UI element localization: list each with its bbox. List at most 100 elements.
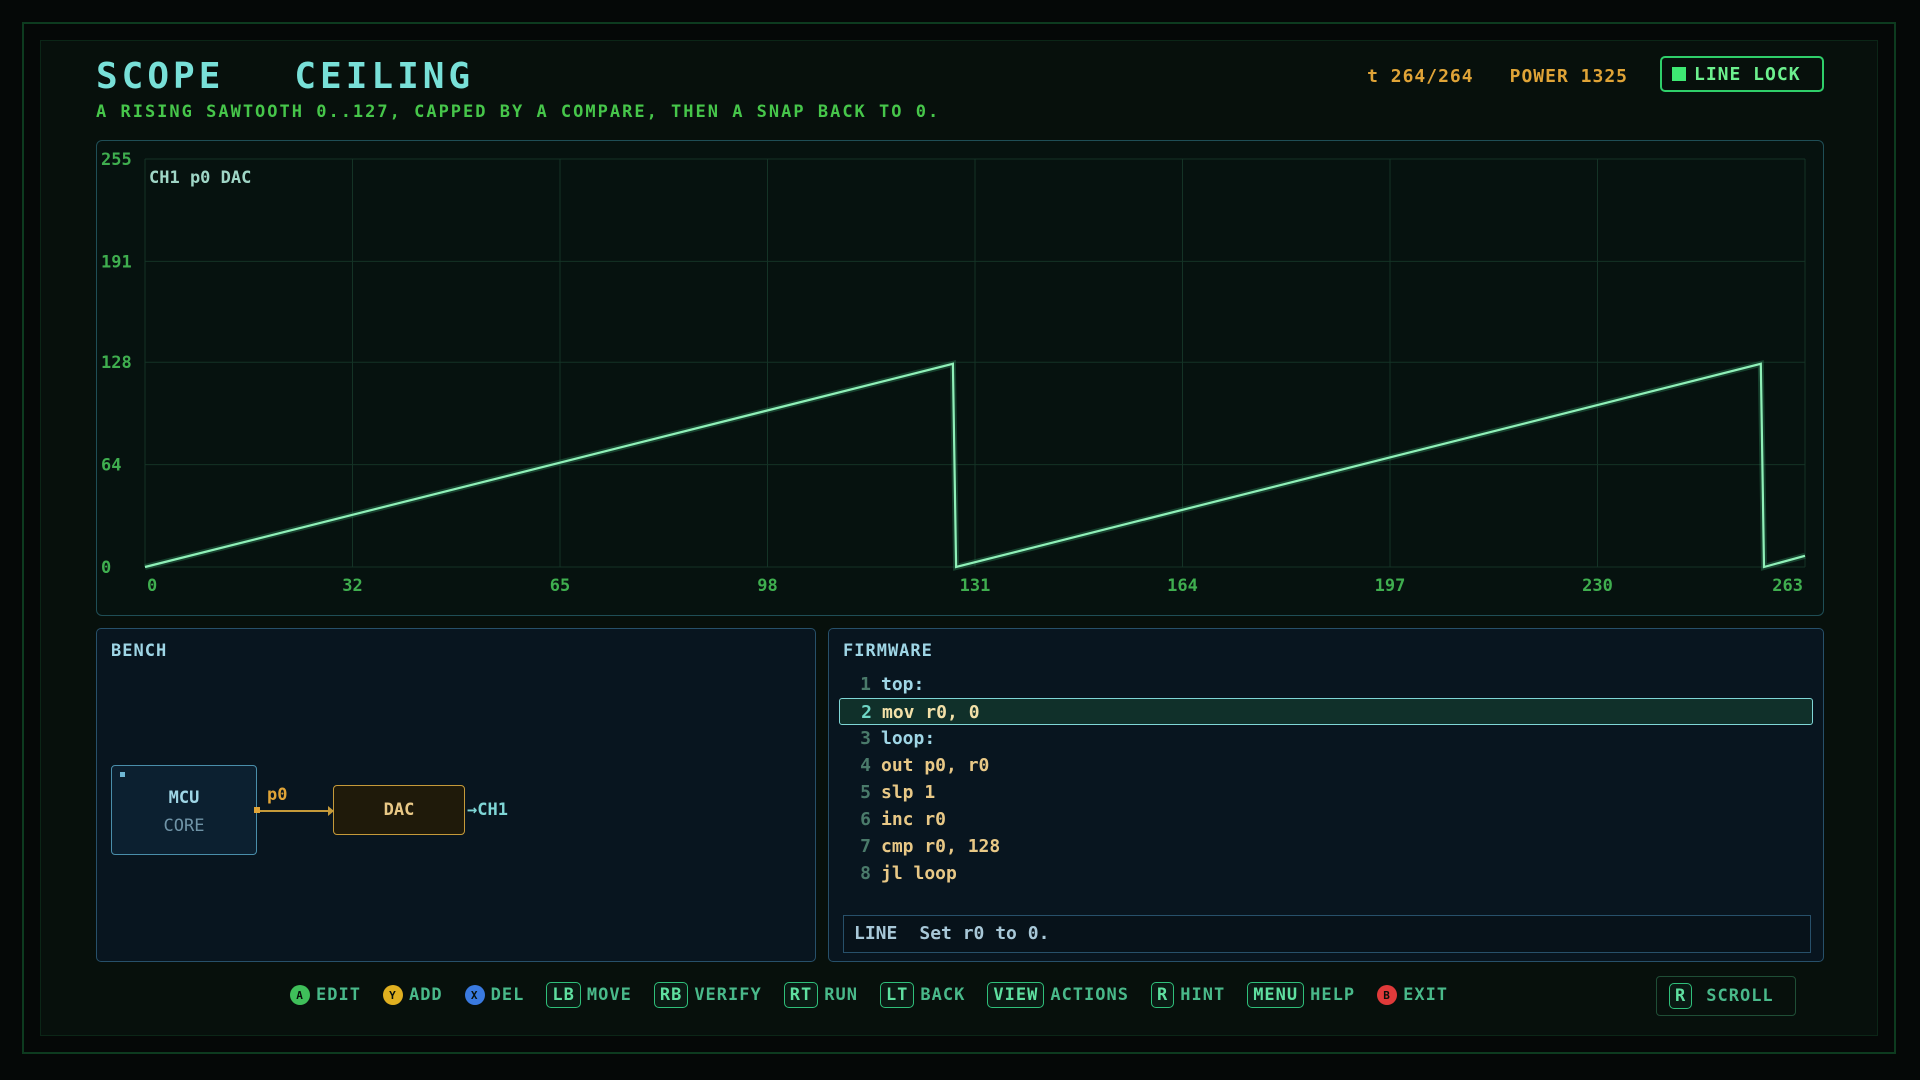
tick-counter: t 264/264 (1367, 66, 1474, 87)
x-tick-label: 98 (757, 576, 777, 596)
x-tick-label: 32 (342, 576, 362, 596)
firmware-panel: FIRMWARE 1 top: 2 mov r0, 0 3 loop: 4 out p0… (828, 628, 1824, 962)
x-tick-label: 230 (1582, 576, 1613, 596)
y-tick-label: 64 (101, 456, 121, 476)
y-tick-label: 191 (101, 252, 132, 272)
code-line[interactable]: 5 slp 1 (839, 779, 1813, 806)
line-lock-toggle[interactable]: LINE LOCK (1660, 56, 1824, 92)
help-label: HELP (1310, 985, 1356, 1005)
edit-label: EDIT (316, 985, 361, 1005)
run-control[interactable]: RT RUN (783, 982, 858, 1008)
scroll-control[interactable]: R SCROLL (1656, 976, 1796, 1016)
bench-title: BENCH (111, 641, 168, 661)
title-scope: SCOPE (96, 56, 225, 97)
del-control[interactable]: X DEL (464, 985, 525, 1005)
actions-control[interactable]: VIEW ACTIONS (987, 982, 1129, 1008)
r-button-icon: R (1150, 982, 1175, 1008)
add-label: ADD (408, 985, 443, 1005)
mcu-pin-marker (120, 772, 125, 777)
line-hint-bar: LINE Set r0 to 0. (843, 915, 1811, 953)
line-text: loop: (881, 728, 936, 749)
view-button-icon: VIEW (987, 982, 1045, 1008)
move-control[interactable]: LB MOVE (546, 982, 631, 1008)
line-text: top: (881, 674, 925, 695)
p0-port-dot (254, 807, 260, 813)
code-line[interactable]: 7 cmp r0, 128 (839, 833, 1813, 860)
run-label: RUN (824, 985, 858, 1005)
hint-control[interactable]: R HINT (1150, 982, 1226, 1008)
x-tick-label: 131 (960, 576, 991, 596)
mcu-label: MCU (168, 788, 200, 808)
p0-wire (257, 810, 333, 812)
code-line[interactable]: 4 out p0, r0 (839, 752, 1813, 779)
power-readout: POWER 1325 (1509, 66, 1628, 87)
r-stick-icon: R (1669, 983, 1693, 1009)
line-number: 3 (860, 728, 871, 749)
x-tick-label: 164 (1167, 576, 1198, 596)
hint-text: Set r0 to 0. (919, 923, 1050, 944)
code-editor: 1 top: 2 mov r0, 0 3 loop: 4 out p0, r0 5 slp… (839, 671, 1813, 887)
exit-label: EXIT (1403, 985, 1449, 1005)
line-text: mov r0, 0 (882, 702, 980, 723)
title-level-name: CEILING (294, 56, 475, 97)
move-label: MOVE (586, 985, 632, 1005)
y-tick-label: 128 (101, 353, 132, 373)
hint-key: LINE (854, 923, 898, 944)
line-text: cmp r0, 128 (881, 836, 1001, 857)
back-control[interactable]: LT BACK (879, 982, 966, 1008)
port-label: p0 (267, 785, 288, 805)
scroll-label: SCROLL (1706, 986, 1774, 1006)
line-number: 4 (860, 755, 871, 776)
line-number: 1 (860, 674, 871, 695)
edit-control[interactable]: A EDIT (290, 985, 361, 1005)
y-tick-label: 0 (101, 558, 111, 578)
status-bar: t 264/264 POWER 1325 (1367, 66, 1628, 87)
code-line[interactable]: 1 top: (839, 671, 1813, 698)
output-channel: CH1 (477, 800, 508, 820)
firmware-title: FIRMWARE (843, 641, 933, 661)
x-button-icon: X (464, 985, 485, 1005)
verify-control[interactable]: RB VERIFY (653, 982, 762, 1008)
line-text: jl loop (881, 863, 957, 884)
actions-label: ACTIONS (1050, 985, 1129, 1005)
line-number: 7 (860, 836, 871, 857)
menu-button-icon: MENU (1247, 982, 1305, 1008)
exit-control[interactable]: B EXIT (1377, 985, 1448, 1005)
back-label: BACK (920, 985, 966, 1005)
line-text: slp 1 (881, 782, 936, 803)
channel-label: CH1 p0 DAC (149, 168, 251, 188)
code-line[interactable]: 3 loop: (839, 725, 1813, 752)
line-lock-label: LINE LOCK (1694, 63, 1801, 85)
code-line[interactable]: 8 jl loop (839, 860, 1813, 887)
bench-panel: BENCH MCU CORE p0 DAC →CH1 (96, 628, 816, 962)
verify-label: VERIFY (694, 985, 762, 1005)
y-button-icon: Y (382, 985, 403, 1005)
y-tick-label: 255 (101, 150, 132, 170)
x-tick-label: 0 (147, 576, 157, 596)
line-text: out p0, r0 (881, 755, 990, 776)
rt-button-icon: RT (783, 982, 819, 1008)
code-line-selected[interactable]: 2 mov r0, 0 (839, 698, 1813, 725)
code-line[interactable]: 6 inc r0 (839, 806, 1813, 833)
del-label: DEL (490, 985, 525, 1005)
mcu-core-block[interactable]: MCU CORE (111, 765, 257, 855)
rb-button-icon: RB (653, 982, 689, 1008)
output-label: →CH1 (467, 800, 508, 820)
x-tick-label: 197 (1375, 576, 1406, 596)
line-number: 6 (860, 809, 871, 830)
help-control[interactable]: MENU HELP (1247, 982, 1355, 1008)
a-button-icon: A (290, 985, 310, 1005)
add-control[interactable]: Y ADD (382, 985, 443, 1005)
lock-indicator-icon (1672, 67, 1686, 81)
x-tick-label: 65 (550, 576, 570, 596)
line-number: 2 (861, 702, 872, 723)
line-number: 8 (860, 863, 871, 884)
controls-bar: A EDIT Y ADD X DEL LB MOVE RB VERIFY RT RUN LT… (290, 982, 1470, 1008)
lb-button-icon: LB (546, 982, 581, 1008)
lt-button-icon: LT (879, 982, 915, 1008)
level-description: A RISING SAWTOOTH 0..127, CAPPED BY A CO… (96, 102, 941, 122)
page-title: SCOPE CEILING (96, 56, 474, 97)
line-text: inc r0 (881, 809, 947, 830)
dac-block[interactable]: DAC (333, 785, 465, 835)
hint-label: HINT (1180, 985, 1226, 1005)
